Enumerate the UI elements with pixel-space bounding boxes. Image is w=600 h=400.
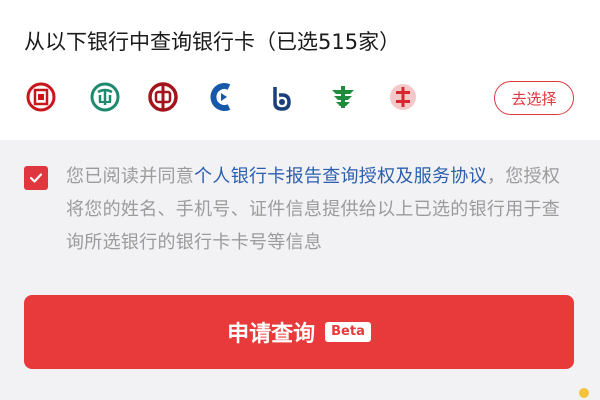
psbc-logo-icon	[326, 80, 360, 114]
citic-logo-icon	[386, 80, 420, 114]
agreement-section: 您已阅读并同意个人银行卡报告查询授权及服务协议，您授权将您的姓名、手机号、证件信…	[0, 150, 600, 275]
check-icon	[29, 173, 43, 183]
agreement-text: 您已阅读并同意个人银行卡报告查询授权及服务协议，您授权将您的姓名、手机号、证件信…	[66, 160, 571, 259]
floating-dot	[579, 388, 589, 398]
bank-selection-card: 从以下银行中查询银行卡（已选515家） 去选择	[0, 0, 600, 140]
apply-query-label: 申请查询	[227, 322, 316, 347]
ccb-logo-icon	[206, 80, 240, 114]
service-agreement-link[interactable]: 个人银行卡报告查询授权及服务协议	[194, 166, 487, 187]
agreement-checkbox[interactable]	[24, 166, 48, 190]
beta-badge: Beta	[325, 322, 371, 342]
agreement-prefix: 您已阅读并同意	[66, 166, 195, 187]
icbc-logo-icon	[24, 80, 58, 114]
abc-logo-icon	[88, 80, 122, 114]
page-title: 从以下银行中查询银行卡（已选515家）	[24, 30, 401, 54]
select-banks-button[interactable]: 去选择	[494, 81, 574, 115]
bocom-logo-icon	[266, 80, 300, 114]
boc-logo-icon	[146, 80, 180, 114]
apply-query-button[interactable]: 申请查询 Beta	[24, 295, 574, 369]
